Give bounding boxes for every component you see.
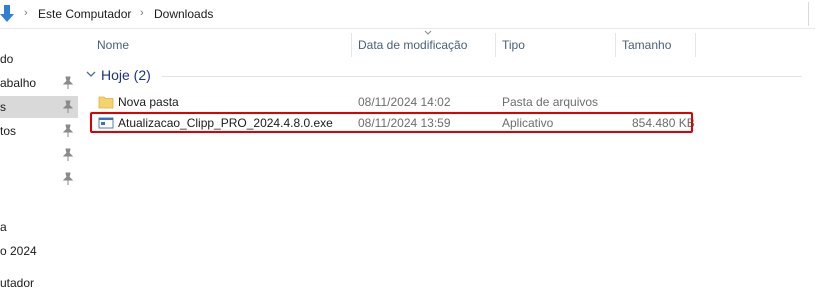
folder-icon: [98, 96, 114, 109]
column-divider[interactable]: [615, 33, 616, 57]
nav-item[interactable]: utador: [0, 272, 78, 294]
column-header-size[interactable]: Tamanho: [622, 38, 671, 52]
address-bar-edge: [808, 2, 815, 26]
divider: [0, 28, 815, 29]
nav-item[interactable]: a: [0, 216, 78, 238]
column-header-name[interactable]: Nome: [97, 38, 129, 52]
nav-item[interactable]: [0, 144, 78, 166]
pin-icon[interactable]: [62, 124, 74, 138]
nav-item-label: o 2024: [0, 244, 37, 258]
column-header-type[interactable]: Tipo: [502, 38, 525, 52]
file-row[interactable]: Nova pasta 08/11/2024 14:02 Pasta de arq…: [92, 92, 692, 112]
column-divider[interactable]: [695, 33, 696, 57]
nav-item[interactable]: [0, 168, 78, 190]
breadcrumb-downloads[interactable]: Downloads: [154, 7, 213, 21]
nav-item[interactable]: o 2024: [0, 240, 78, 262]
column-divider[interactable]: [495, 33, 496, 57]
download-arrow-icon: [0, 5, 14, 22]
column-divider[interactable]: [351, 33, 352, 57]
chevron-down-icon[interactable]: [86, 69, 96, 79]
breadcrumb-este-computador[interactable]: Este Computador: [38, 7, 131, 21]
group-divider: [162, 76, 802, 77]
sort-caret-icon: [424, 30, 432, 35]
navigation-pane[interactable]: do abalho s tos a o 2024 utador: [0, 29, 78, 294]
nav-item-label: do: [0, 52, 14, 66]
breadcrumb-separator-icon: ›: [140, 7, 144, 19]
file-modified: 08/11/2024 14:02: [358, 95, 451, 109]
group-header-label[interactable]: Hoje (2): [101, 67, 151, 83]
nav-item[interactable]: tos: [0, 120, 78, 142]
file-name: Nova pasta: [118, 95, 179, 109]
file-type: Pasta de arquivos: [502, 95, 599, 109]
nav-item-label: s: [0, 100, 6, 114]
column-header-modified[interactable]: Data de modificação: [358, 38, 467, 52]
nav-item[interactable]: abalho: [0, 72, 78, 94]
nav-item-label: utador: [0, 276, 35, 290]
highlight-annotation: [90, 112, 693, 133]
pin-icon[interactable]: [62, 100, 74, 114]
pin-icon[interactable]: [62, 76, 74, 90]
nav-item-selected[interactable]: s: [0, 96, 78, 118]
address-bar[interactable]: › Este Computador › Downloads: [0, 0, 815, 28]
nav-item-label: abalho: [0, 76, 37, 90]
nav-item[interactable]: do: [0, 48, 78, 70]
pin-icon[interactable]: [62, 148, 74, 162]
nav-item-label: tos: [0, 124, 17, 138]
nav-item-label: a: [0, 220, 7, 234]
breadcrumb-separator-icon: ›: [24, 7, 28, 19]
pin-icon[interactable]: [62, 172, 74, 186]
